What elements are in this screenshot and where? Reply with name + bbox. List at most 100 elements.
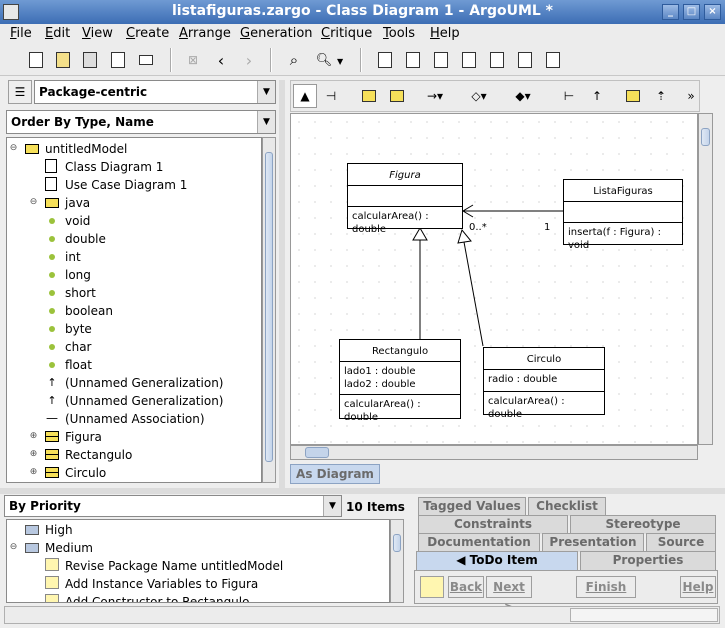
explorer-scrollbar[interactable] — [262, 137, 276, 483]
print-icon[interactable] — [134, 48, 158, 72]
zoom-icon[interactable]: 🔍︎ — [312, 48, 336, 72]
menu-help[interactable]: Help — [430, 26, 460, 41]
tab-properties[interactable]: Properties — [580, 551, 716, 570]
class-listafiguras[interactable]: ListaFiguras inserta(f : Figura) : void — [563, 179, 683, 251]
class-operations: inserta(f : Figura) : void — [568, 227, 661, 251]
expand-icon[interactable]: ⊕ — [29, 468, 38, 477]
package-icon — [25, 141, 39, 157]
minimize-button[interactable]: _ — [662, 4, 679, 20]
class-circulo[interactable]: Circulo radio : double calcularArea() : … — [483, 347, 605, 420]
help-button[interactable]: Help — [680, 576, 716, 598]
tab-stereotype[interactable]: Stereotype — [570, 515, 716, 534]
diagram-canvas[interactable]: 0..* 1 Figura calcularArea() : double Li… — [290, 113, 698, 445]
tab-source[interactable]: Source — [646, 533, 716, 552]
datatype-icon — [45, 339, 59, 353]
perspective-icon[interactable]: ☰ — [8, 80, 32, 104]
more-tools-icon[interactable]: » — [679, 84, 703, 108]
tree-item-label: Add Constructor to Rectangulo — [65, 595, 250, 603]
broom-tool-icon[interactable]: ⊣ — [319, 84, 343, 108]
menu-file[interactable]: File — [10, 26, 32, 41]
class-figura[interactable]: Figura calcularArea() : double — [347, 163, 463, 235]
menu-generation[interactable]: Generation — [240, 26, 313, 41]
new-class-diagram-icon[interactable] — [401, 48, 425, 72]
todo-scrollbar[interactable] — [390, 519, 404, 603]
open-project-icon[interactable] — [51, 48, 75, 72]
perspective-select[interactable]: Package-centric ▼ — [34, 80, 276, 104]
class-icon — [45, 465, 59, 481]
new-usecase-diagram-icon[interactable] — [373, 48, 397, 72]
horizontal-splitter[interactable] — [0, 488, 725, 494]
tree-item-label: float — [65, 358, 92, 372]
delete-icon[interactable]: ⊠ — [181, 48, 205, 72]
tab-constraints[interactable]: Constraints — [418, 515, 568, 534]
new-sequence-diagram-icon[interactable] — [429, 48, 453, 72]
menu-critique[interactable]: Critique — [321, 26, 372, 41]
scrollbar-thumb[interactable] — [393, 534, 401, 552]
toolbar-separator — [360, 48, 362, 72]
package-tool-icon[interactable] — [357, 84, 381, 108]
tree-item-label: java — [65, 196, 91, 210]
chevron-down-icon: ▼ — [257, 81, 275, 103]
diagram-vertical-scrollbar[interactable] — [698, 113, 713, 445]
zoom-dropdown-arrow[interactable]: ▼ — [337, 57, 343, 66]
save-project-icon[interactable] — [78, 48, 102, 72]
menu-edit[interactable]: Edit — [45, 26, 70, 41]
note-icon — [45, 576, 59, 592]
tab-todo-item[interactable]: ◀ ToDo Item — [416, 551, 578, 570]
class-rectangulo[interactable]: Rectangulo lado1 : double lado2 : double… — [339, 339, 461, 423]
vertical-splitter[interactable] — [279, 80, 285, 490]
close-button[interactable]: × — [704, 4, 721, 20]
interface-tool-icon[interactable] — [621, 84, 645, 108]
scrollbar-thumb[interactable] — [265, 152, 273, 462]
menu-arrange[interactable]: Arrange — [179, 26, 231, 41]
association-tool-icon[interactable]: →▾ — [423, 84, 447, 108]
find-icon[interactable]: ⌕ — [282, 48, 306, 72]
tab-checklist[interactable]: Checklist — [528, 497, 606, 516]
datatype-icon — [45, 267, 59, 281]
tab-presentation[interactable]: Presentation — [542, 533, 644, 552]
maximize-button[interactable]: □ — [683, 4, 700, 20]
new-collaboration-diagram-icon[interactable] — [457, 48, 481, 72]
tab-documentation[interactable]: Documentation — [418, 533, 540, 552]
collapse-icon[interactable]: ⊖ — [9, 144, 18, 153]
new-deployment-diagram-icon[interactable] — [541, 48, 565, 72]
navigate-back-icon[interactable]: ‹ — [209, 48, 233, 72]
diagram-horizontal-scrollbar[interactable] — [290, 445, 698, 460]
order-select[interactable]: Order By Type, Name ▼ — [6, 110, 276, 134]
class-tool-icon[interactable] — [385, 84, 409, 108]
class-diagram-icon — [45, 159, 57, 176]
new-todo-icon[interactable] — [420, 576, 444, 598]
todo-sort-select[interactable]: By Priority ▼ — [4, 495, 342, 517]
datatype-icon — [45, 303, 59, 317]
back-button[interactable]: Back — [448, 576, 484, 598]
realization-tool-icon[interactable]: ⇡ — [649, 84, 673, 108]
aggregation-tool-icon[interactable]: ◇▾ — [467, 84, 491, 108]
collapse-icon[interactable]: ⊖ — [29, 198, 38, 207]
multiplicity-one: 1 — [544, 222, 551, 233]
composition-tool-icon[interactable]: ◆▾ — [511, 84, 535, 108]
tab-as-diagram[interactable]: As Diagram — [290, 464, 380, 484]
collapse-icon[interactable]: ⊖ — [9, 543, 18, 552]
menu-tools[interactable]: Tools — [383, 26, 415, 41]
tab-tagged-values[interactable]: Tagged Values — [418, 497, 526, 516]
navigate-forward-icon[interactable]: › — [237, 48, 261, 72]
generalization-tool-icon[interactable]: ↑ — [585, 84, 609, 108]
new-activity-diagram-icon[interactable] — [513, 48, 537, 72]
tree-item-label: long — [65, 268, 91, 282]
toolbar-separator — [170, 48, 172, 72]
scrollbar-thumb[interactable] — [305, 447, 329, 458]
next-button[interactable]: Next > — [486, 576, 532, 614]
finish-button[interactable]: Finish — [576, 576, 636, 598]
expand-icon[interactable]: ⊕ — [29, 432, 38, 441]
class-attributes: radio : double — [484, 370, 604, 392]
class-name: ListaFiguras — [564, 180, 682, 202]
menu-create[interactable]: Create — [126, 26, 169, 41]
new-statechart-diagram-icon[interactable] — [485, 48, 509, 72]
dependency-tool-icon[interactable]: ⊢ — [557, 84, 581, 108]
scrollbar-thumb[interactable] — [701, 128, 710, 146]
select-tool-icon[interactable]: ▲ — [293, 84, 317, 108]
expand-icon[interactable]: ⊕ — [29, 450, 38, 459]
new-project-icon[interactable] — [24, 48, 48, 72]
project-properties-icon[interactable] — [106, 48, 130, 72]
menu-view[interactable]: View — [82, 26, 113, 41]
